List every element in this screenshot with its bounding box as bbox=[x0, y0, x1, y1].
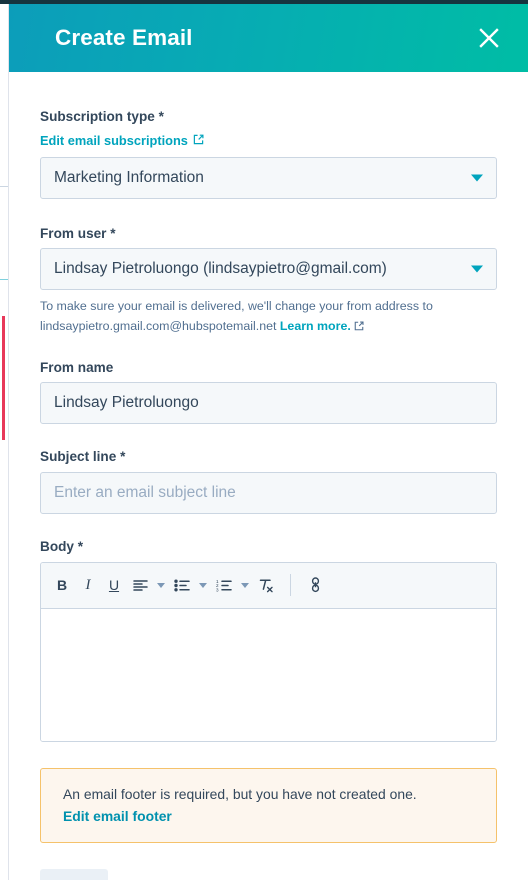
save-button[interactable]: Save bbox=[40, 868, 108, 880]
subject-line-label: Subject line * bbox=[40, 449, 126, 465]
create-email-modal: Create Email Subscription type * Edit em… bbox=[9, 4, 528, 880]
body-editor-area[interactable] bbox=[41, 608, 496, 741]
bold-icon[interactable]: B bbox=[49, 570, 75, 600]
rich-text-editor: B I U 1 2 3 bbox=[40, 561, 497, 742]
email-footer-warning-alert: An email footer is required, but you hav… bbox=[40, 767, 497, 843]
background-accent-bar bbox=[2, 316, 5, 440]
editor-toolbar: B I U 1 2 3 bbox=[41, 562, 496, 609]
bulleted-list-icon[interactable] bbox=[169, 570, 195, 600]
edit-email-subscriptions-label: Edit email subscriptions bbox=[40, 132, 188, 148]
modal-header: Create Email bbox=[9, 4, 528, 72]
close-icon[interactable] bbox=[472, 21, 506, 55]
page-title: Create Email bbox=[55, 24, 193, 50]
subscription-type-select[interactable]: Marketing Information bbox=[40, 156, 497, 199]
external-link-icon bbox=[354, 318, 364, 337]
background-divider-line-teal bbox=[0, 279, 8, 280]
from-user-field: From user * Lindsay Pietroluongo (lindsa… bbox=[40, 225, 497, 337]
clear-formatting-icon[interactable] bbox=[253, 570, 279, 600]
italic-icon[interactable]: I bbox=[75, 570, 101, 600]
numbered-list-icon[interactable]: 123 bbox=[211, 570, 237, 600]
modal-body: Subscription type * Edit email subscript… bbox=[9, 72, 528, 880]
subscription-type-field: Subscription type * Edit email subscript… bbox=[40, 108, 497, 199]
svg-text:3: 3 bbox=[216, 587, 219, 592]
align-left-icon[interactable] bbox=[127, 570, 153, 600]
subscription-type-select-wrapper: Marketing Information bbox=[40, 156, 497, 199]
toolbar-divider bbox=[290, 574, 291, 597]
bulleted-list-dropdown-caret-icon[interactable] bbox=[195, 570, 211, 600]
from-user-helper-message: To make sure your email is delivered, we… bbox=[40, 299, 433, 333]
from-user-label: From user * bbox=[40, 225, 116, 241]
from-name-label: From name bbox=[40, 359, 114, 375]
from-user-select-wrapper: Lindsay Pietroluongo (lindsaypietro@gmai… bbox=[40, 248, 497, 291]
align-dropdown-caret-icon[interactable] bbox=[153, 570, 169, 600]
edit-email-subscriptions-link[interactable]: Edit email subscriptions bbox=[40, 133, 204, 148]
from-name-field: From name bbox=[40, 359, 497, 425]
insert-link-icon[interactable] bbox=[302, 570, 328, 600]
subject-line-input[interactable] bbox=[40, 472, 497, 515]
underline-icon[interactable]: U bbox=[101, 570, 127, 600]
from-user-helper-text: To make sure your email is delivered, we… bbox=[40, 297, 440, 336]
body-label: Body * bbox=[40, 539, 84, 555]
learn-more-link[interactable]: Learn more. bbox=[280, 319, 351, 333]
body-field: Body * B I U 1 2 3 bbox=[40, 538, 497, 742]
app-top-navigation-bar bbox=[0, 0, 528, 4]
numbered-list-dropdown-caret-icon[interactable] bbox=[237, 570, 253, 600]
from-user-select[interactable]: Lindsay Pietroluongo (lindsaypietro@gmai… bbox=[40, 248, 497, 291]
edit-email-footer-link[interactable]: Edit email footer bbox=[63, 808, 172, 824]
subscription-type-label: Subscription type * bbox=[40, 109, 164, 124]
background-divider-line bbox=[0, 186, 8, 187]
from-name-input[interactable] bbox=[40, 382, 497, 425]
alert-message: An email footer is required, but you hav… bbox=[63, 785, 417, 802]
external-link-icon bbox=[193, 133, 204, 148]
subject-line-field: Subject line * bbox=[40, 448, 497, 515]
